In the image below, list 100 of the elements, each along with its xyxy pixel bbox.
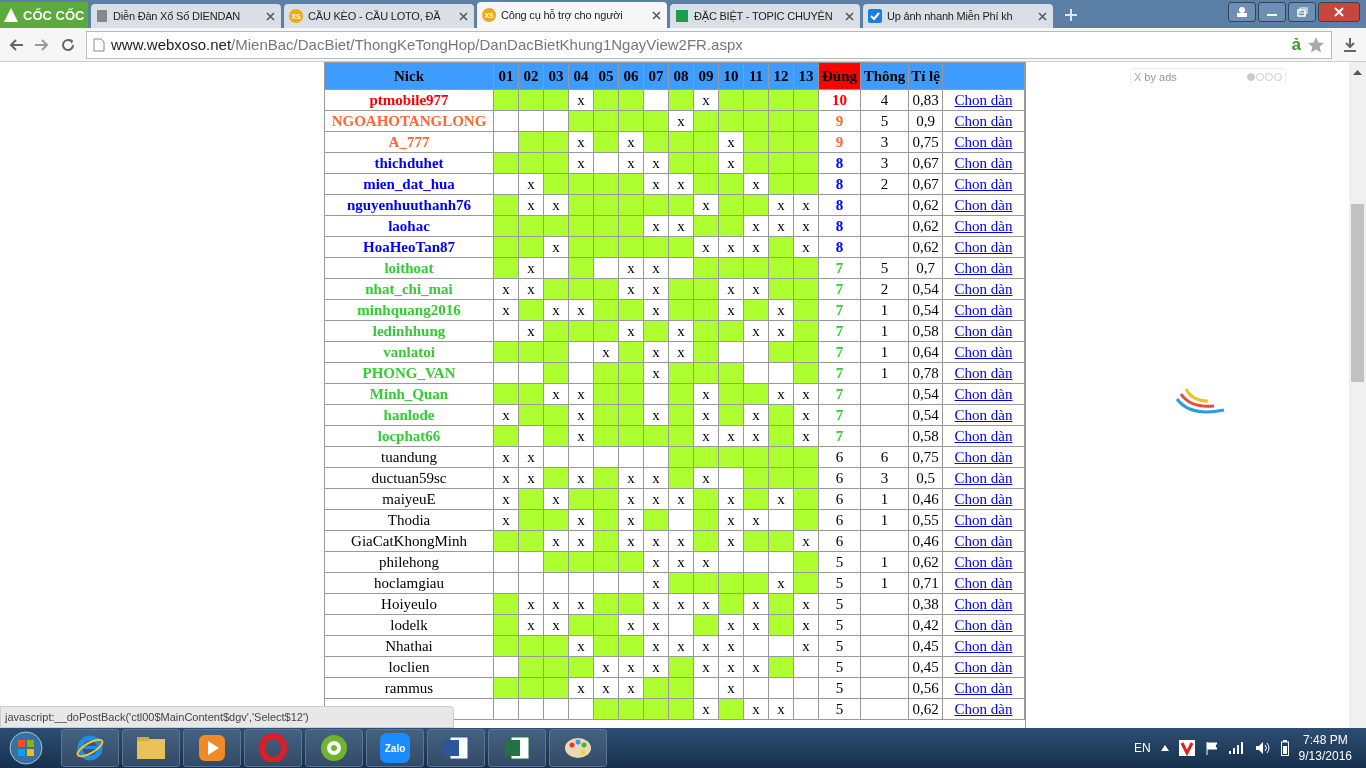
page-dot[interactable] [1247,72,1255,81]
minimize-icon[interactable] [1258,2,1286,22]
clock[interactable]: 7:48 PM 9/13/2016 [1298,732,1352,764]
new-tab-icon[interactable] [1064,8,1078,22]
nick-text: GiaCatKhongMinh [351,532,467,549]
count-text: 6 [880,448,889,465]
ratio-text: 0,54 [912,385,939,402]
nick-text: Thodia [387,511,431,528]
restore-icon[interactable] [1288,2,1316,22]
table-cell: x [768,215,794,237]
table-cell: x [518,614,544,636]
score-text: 5 [835,700,844,717]
ratio-text: 0,9 [916,112,935,129]
nick-text: Nhathai [385,637,433,654]
table-cell: x [493,404,519,426]
column-header: 07 [643,62,669,90]
ratio-text: 0,67 [912,175,939,192]
count-text: 4 [880,91,889,108]
browser-tab[interactable]: ĐẶC BIỆT - TOPIC CHUYÊN [670,4,860,28]
score-text: 9 [835,133,844,150]
table-cell: x [518,446,544,468]
score-text: 8 [835,238,844,255]
scroll-up-icon[interactable] [1353,70,1362,75]
table-cell: x [618,656,644,678]
browser-tab[interactable]: Diễn Đàn Xổ Số DIENDAN [91,4,281,28]
browser-tab[interactable]: Up ảnh nhanh Miễn Phí kh [863,4,1053,28]
spreadsheet-icon[interactable] [488,729,546,767]
table-cell: x [693,425,719,447]
table-cell: x [568,152,594,174]
close-icon[interactable] [266,11,276,21]
count-text: 1 [880,574,889,591]
ratio-text: 0,67 [912,154,939,171]
table-cell: x [693,551,719,573]
table-cell: x [643,173,669,195]
table-cell: x [693,635,719,657]
signal-icon[interactable] [1228,742,1245,754]
nick-text: hoclamgiau [374,574,444,591]
table-cell: x [743,614,769,636]
browser-e-icon[interactable] [61,729,119,767]
star-icon[interactable] [1307,35,1325,54]
address-field[interactable]: www.webxoso.net/MienBac/DacBiet/ThongKeTongHop/DanDacBietKhung1NgayView2FR.aspx ả [86,30,1332,59]
nick-text: loithoat [384,259,434,276]
nick-text: nguyenhuuthanh76 [346,196,472,213]
table-cell: x [618,257,644,279]
table-cell: x [643,404,669,426]
table-cell: x [768,320,794,342]
count-text: 1 [880,553,889,570]
table-cell: x [693,593,719,615]
table-cell: x [668,320,694,342]
volume-icon[interactable] [1254,741,1271,755]
score-text: 9 [835,112,844,129]
score-text: 6 [835,511,844,528]
table-cell: x [543,614,569,636]
folder-icon[interactable] [122,729,180,767]
download-icon[interactable] [1342,36,1358,53]
table-cell: x [668,173,694,195]
translate-button[interactable]: ả [1291,34,1301,55]
table-cell: x [493,446,519,468]
close-icon[interactable] [652,10,662,20]
nick-text: rammus [384,679,434,696]
forward-icon[interactable] [34,37,50,52]
reload-icon[interactable] [60,36,76,53]
caret-icon[interactable] [1160,745,1169,751]
table-cell: x [793,530,819,552]
scrollbar-thumb[interactable] [1351,204,1364,382]
score-text: 8 [835,175,844,192]
close-icon[interactable] [845,11,855,21]
table-cell: x [718,530,744,552]
table-cell: x [568,635,594,657]
nick-text: loclien [388,658,430,675]
close-icon[interactable] [1038,11,1048,21]
table-cell: x [643,551,669,573]
play-icon[interactable] [183,729,241,767]
table-cell: x [568,404,594,426]
close-icon[interactable] [459,11,469,21]
document-icon[interactable] [427,729,485,767]
user-icon[interactable] [1228,2,1256,22]
table-cell: x [568,89,594,111]
ratio-text: 0,62 [912,553,939,570]
back-icon[interactable] [8,37,24,52]
palette-icon[interactable] [549,729,607,767]
table-cell: x [718,656,744,678]
battery-icon[interactable] [1280,740,1289,756]
language-indicator[interactable]: EN [1133,741,1151,755]
table-cell: x [568,383,594,405]
column-header: 13 [793,62,819,90]
table-cell: x [643,278,669,300]
flag-icon[interactable] [1204,741,1219,755]
close-icon[interactable] [1318,2,1360,22]
nick-text: thichduhet [374,154,444,171]
scrollbar[interactable] [1349,62,1366,728]
table-cell: x [668,530,694,552]
table-cell: x [568,593,594,615]
nick-text: ductuan59sc [371,469,447,486]
table-cell: x [493,467,519,489]
start-button[interactable] [6,730,46,766]
table-cell: x [718,299,744,321]
table-cell: x [668,593,694,615]
column-header: 02 [518,62,544,90]
column-header: 08 [668,62,694,90]
